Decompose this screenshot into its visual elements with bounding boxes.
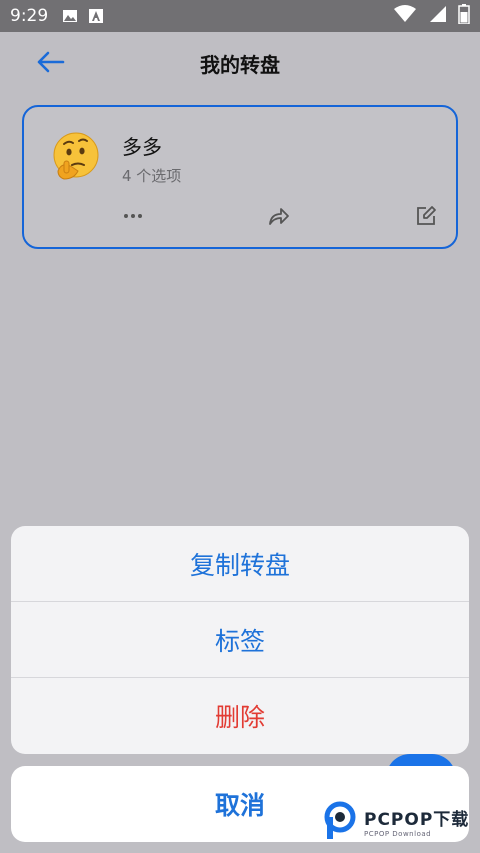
status-bar: 9:29 <box>0 0 480 32</box>
share-icon <box>269 208 289 225</box>
watermark-subtext: PCPOP Download <box>364 829 432 838</box>
battery-icon <box>458 3 470 29</box>
edit-icon <box>417 206 436 225</box>
tag-option[interactable]: 标签 <box>11 602 469 678</box>
copy-wheel-option[interactable]: 复制转盘 <box>11 526 469 602</box>
thinking-face-emoji <box>50 131 102 183</box>
share-button[interactable] <box>266 203 292 229</box>
more-button[interactable] <box>120 203 146 229</box>
arrow-left-icon <box>37 51 65 73</box>
wheel-card[interactable]: 多多 4 个选项 <box>22 105 458 249</box>
status-time: 9:29 <box>10 6 49 26</box>
image-icon <box>62 8 78 24</box>
back-button[interactable] <box>32 46 68 78</box>
delete-option[interactable]: 删除 <box>11 678 469 754</box>
more-icon <box>124 214 142 218</box>
text-a-icon <box>88 8 104 24</box>
watermark-text: PCPOP下载 <box>364 809 470 830</box>
page-title: 我的转盘 <box>200 52 280 77</box>
wheel-name: 多多 <box>122 135 162 159</box>
wheel-option-count: 4 个选项 <box>122 167 182 185</box>
app-bar: 我的转盘 <box>0 32 480 94</box>
wifi-icon <box>394 4 416 28</box>
signal-icon <box>428 5 446 28</box>
pcpop-logo-icon <box>324 801 356 839</box>
edit-button[interactable] <box>413 203 439 229</box>
action-sheet: 复制转盘 标签 删除 <box>11 526 469 754</box>
watermark: PCPOP下载 PCPOP Download <box>322 800 472 842</box>
